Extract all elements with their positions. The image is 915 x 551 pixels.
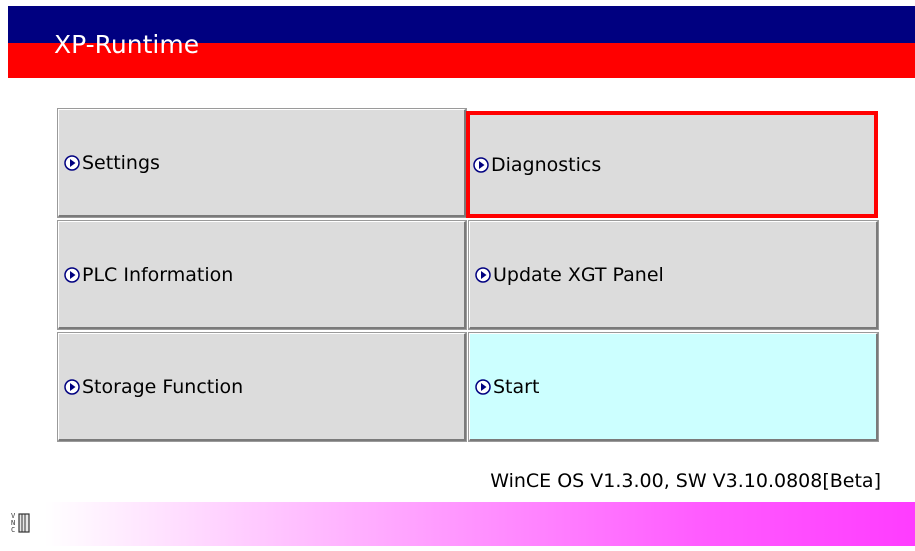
plc-information-label: PLC Information (82, 263, 234, 286)
update-xgt-panel-label: Update XGT Panel (493, 263, 664, 286)
arrow-circle-icon (475, 266, 491, 283)
storage-function-button[interactable]: Storage Function (57, 332, 467, 442)
start-label: Start (493, 375, 540, 398)
arrow-circle-icon (64, 154, 80, 171)
diagnostics-button[interactable]: Diagnostics (466, 111, 878, 218)
arrow-circle-icon (475, 378, 491, 395)
settings-button[interactable]: Settings (57, 108, 467, 218)
diagnostics-label: Diagnostics (491, 153, 602, 176)
settings-label: Settings (82, 151, 160, 174)
header-banner: XP-Runtime (8, 6, 915, 78)
plc-information-button[interactable]: PLC Information (57, 220, 467, 330)
version-text: WinCE OS V1.3.00, SW V3.10.0808[Beta] (490, 470, 881, 492)
xp-runtime-screen: XP-Runtime Settings Diagnostics PLC Info… (0, 0, 915, 551)
update-xgt-panel-button[interactable]: Update XGT Panel (468, 220, 879, 330)
arrow-circle-icon (64, 266, 80, 283)
arrow-circle-icon (64, 378, 80, 395)
footer-bar (45, 502, 915, 546)
svg-text:C: C (11, 526, 15, 534)
vnc-icon[interactable]: V N C (10, 510, 36, 536)
app-title: XP-Runtime (54, 30, 200, 59)
start-button[interactable]: Start (468, 332, 879, 442)
arrow-circle-icon (473, 156, 489, 173)
storage-function-label: Storage Function (82, 375, 244, 398)
